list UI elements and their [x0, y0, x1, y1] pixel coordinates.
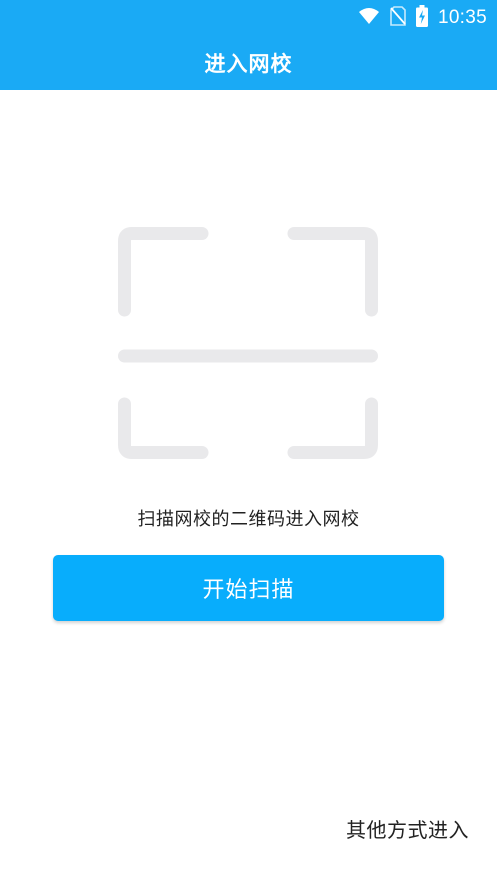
status-icons: 10:35	[358, 0, 487, 36]
scan-corner-top-right	[287, 227, 378, 317]
other-entry-link[interactable]: 其他方式进入	[346, 814, 469, 843]
app-bar: 进入网校	[0, 36, 497, 90]
wifi-icon	[358, 7, 380, 29]
status-time: 10:35	[437, 7, 487, 28]
scan-hint-text: 扫描网校的二维码进入网校	[137, 509, 360, 530]
scan-corner-bottom-left	[118, 397, 209, 459]
battery-charging-icon	[415, 5, 428, 31]
page-title: 进入网校	[204, 52, 293, 76]
scan-frame-icon	[118, 227, 378, 459]
status-bar: 10:35	[0, 0, 497, 36]
start-scan-button[interactable]: 开始扫描	[53, 555, 444, 621]
no-sim-icon	[390, 6, 406, 30]
scan-corner-top-left	[118, 227, 209, 317]
scan-corner-bottom-right	[287, 397, 378, 459]
